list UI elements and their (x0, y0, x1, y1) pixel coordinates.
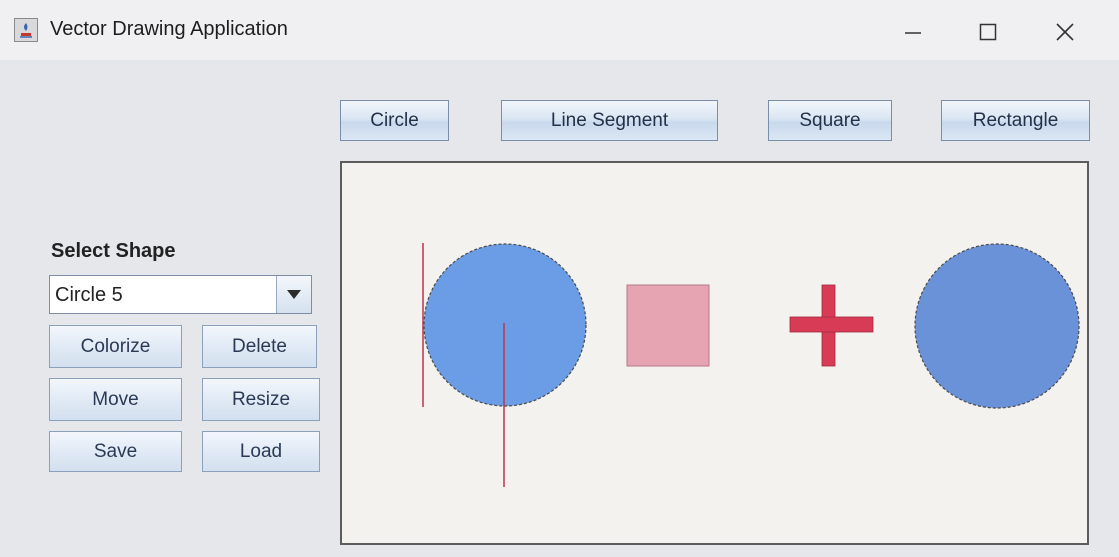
select-shape-label: Select Shape (51, 240, 176, 262)
title-bar: Vector Drawing Application (0, 0, 1119, 60)
square-shape[interactable] (626, 284, 710, 367)
drawing-canvas[interactable] (340, 161, 1089, 545)
dropdown-arrow-button[interactable] (276, 276, 311, 313)
square-button[interactable]: Square (768, 100, 892, 141)
app-window: Vector Drawing Application Circle Line S… (0, 0, 1119, 557)
minimize-button[interactable] (890, 14, 936, 50)
maximize-button[interactable] (965, 14, 1011, 50)
window-title: Vector Drawing Application (50, 18, 288, 40)
circle-button[interactable]: Circle (340, 100, 449, 141)
save-button[interactable]: Save (49, 431, 182, 472)
resize-button[interactable]: Resize (202, 378, 320, 421)
circle-shape[interactable] (423, 243, 587, 407)
close-icon (1056, 23, 1074, 41)
java-app-icon (14, 18, 38, 42)
load-button[interactable]: Load (202, 431, 320, 472)
maximize-icon (979, 23, 997, 41)
shape-select-value: Circle 5 (55, 284, 123, 306)
chevron-down-icon (287, 290, 301, 299)
rectangle-button[interactable]: Rectangle (941, 100, 1090, 141)
line-segment-button[interactable]: Line Segment (501, 100, 718, 141)
move-button[interactable]: Move (49, 378, 182, 421)
close-button[interactable] (1042, 14, 1088, 50)
colorize-button[interactable]: Colorize (49, 325, 182, 368)
circle-shape[interactable] (914, 243, 1080, 409)
content-pane: Circle Line Segment Square Rectangle Sel… (0, 60, 1119, 557)
delete-button[interactable]: Delete (202, 325, 317, 368)
shape-select-dropdown[interactable]: Circle 5 (49, 275, 312, 314)
minimize-icon (905, 32, 921, 34)
plus-shape[interactable] (789, 284, 874, 367)
